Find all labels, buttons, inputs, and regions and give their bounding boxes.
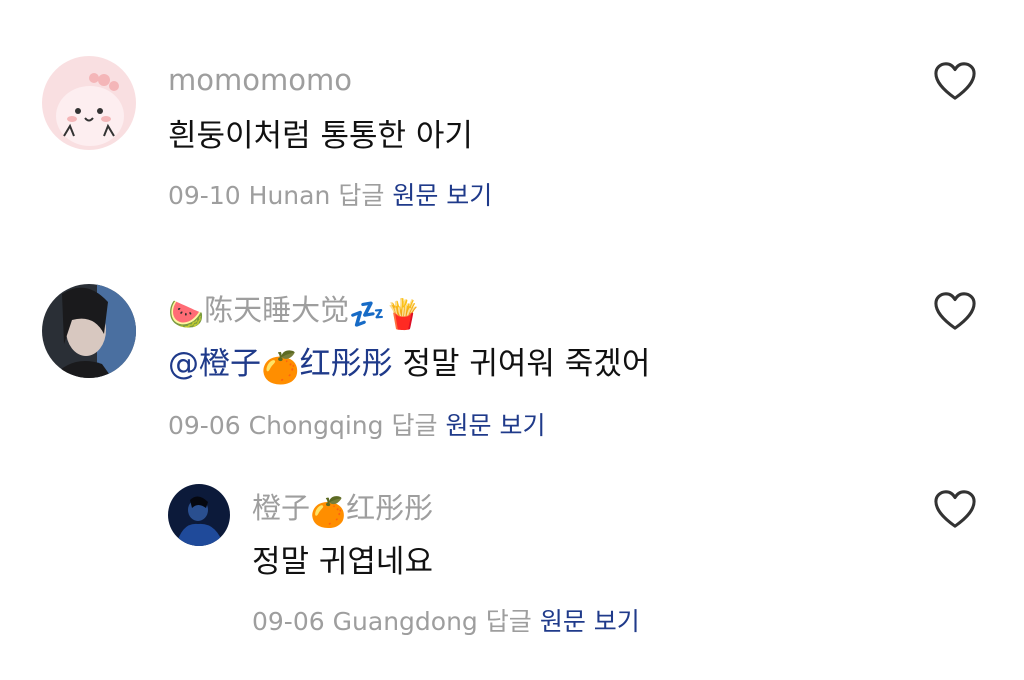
comment-author[interactable]: 橙子🍊红彤彤: [252, 490, 433, 530]
tangerine-icon: 🍊: [310, 495, 347, 529]
avatar[interactable]: [168, 484, 230, 546]
comment-text: 정말 귀엽네요: [252, 544, 433, 580]
like-button[interactable]: [932, 488, 978, 530]
view-original-button[interactable]: 원문 보기: [540, 607, 640, 636]
reply-button[interactable]: 답글: [486, 607, 532, 636]
heart-outline-icon: [934, 490, 976, 528]
author-name-2: 红彤彤: [346, 491, 434, 525]
comment-meta: 09-06 Guangdong 답글 원문 보기: [252, 606, 640, 638]
comment-date: 09-06: [252, 607, 325, 636]
dark-blue-photo-icon: [168, 484, 230, 546]
reply-item: 橙子🍊红彤彤 정말 귀엽네요 09-06 Guangdong 답글 원문 보기: [0, 0, 1024, 680]
comment-location: Guangdong: [332, 607, 478, 636]
author-name: 橙子: [252, 491, 311, 525]
